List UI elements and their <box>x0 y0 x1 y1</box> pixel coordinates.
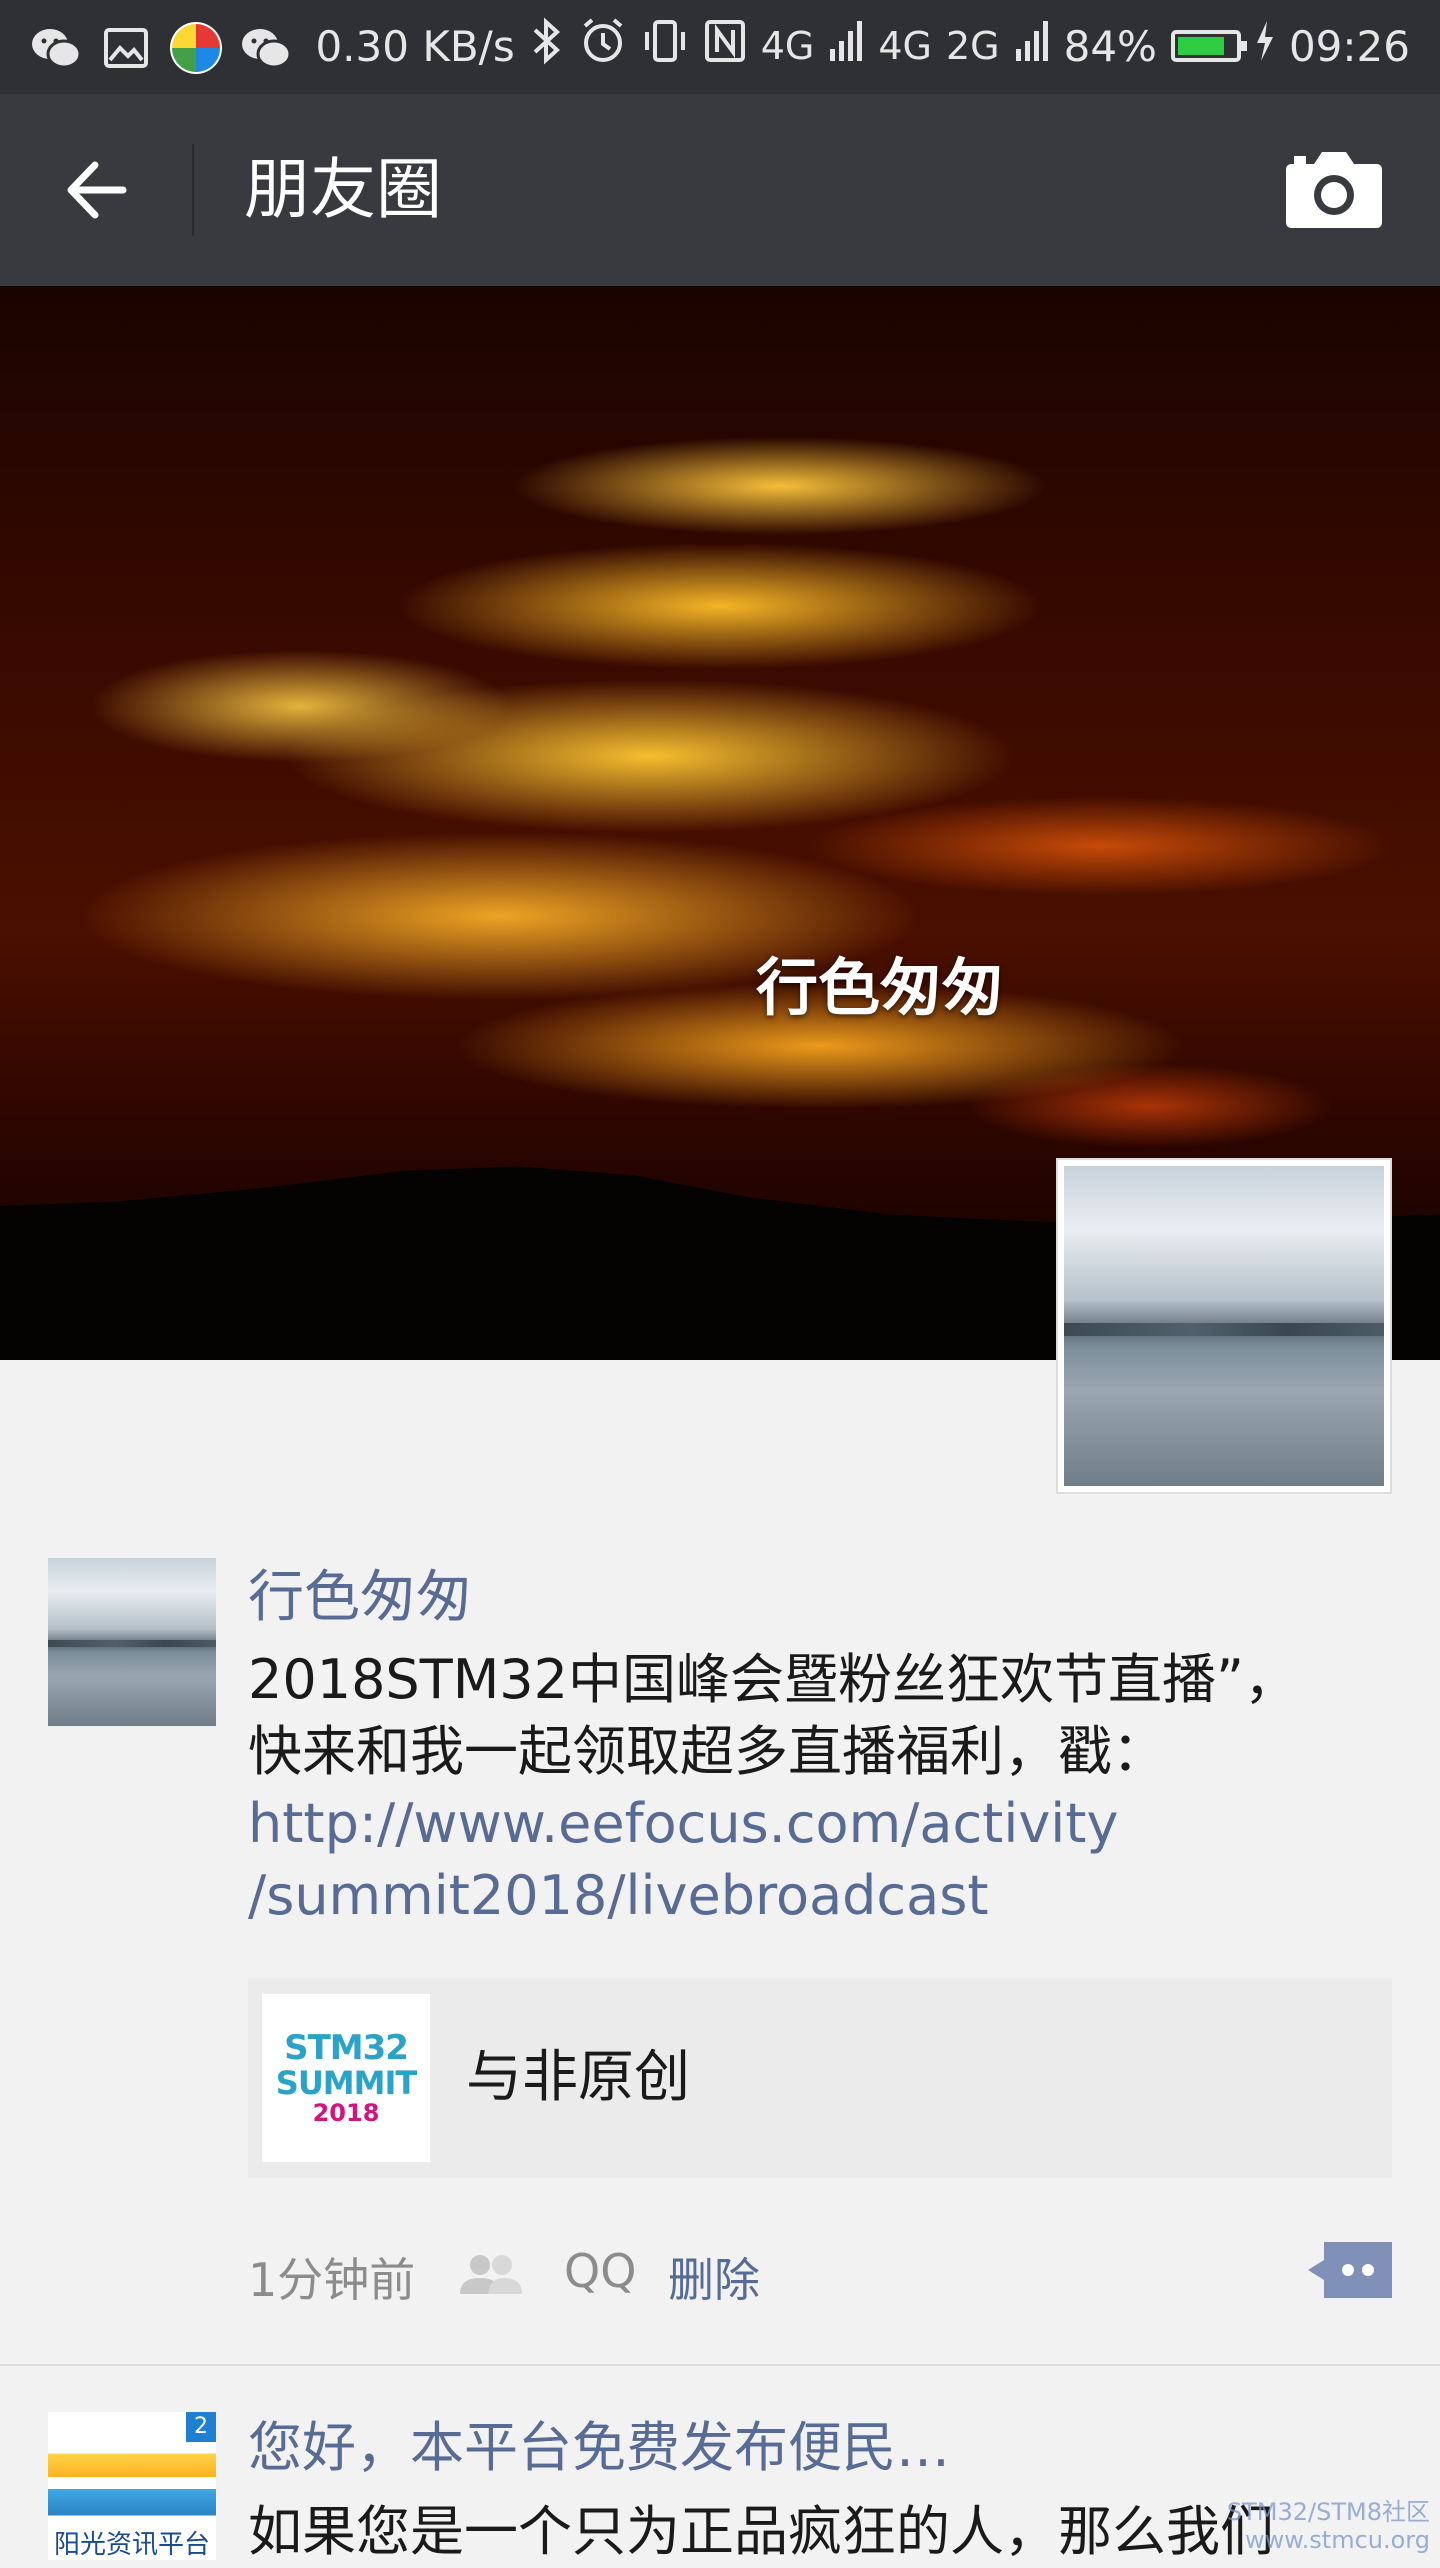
signal-icon <box>1014 19 1050 73</box>
network-type-1: 4G <box>760 24 815 68</box>
pinwheel-app-icon <box>168 20 224 76</box>
post-text-line: 快来和我一起领取超多直播福利，戳： <box>248 1720 1166 1783</box>
network-speed: 0.30 KB/s <box>315 21 515 71</box>
title-bar: 朋友圈 <box>0 94 1440 286</box>
post-text: 如果您是一个只为正品疯狂的人，那么我们 <box>248 2500 1274 2563</box>
thumb-text: SUMMIT <box>275 2064 417 2102</box>
post-time: 1分钟前 <box>248 2253 416 2307</box>
avatar-caption: 阳光资讯平台 <box>54 2530 211 2560</box>
alarm-icon <box>579 16 627 76</box>
share-title: 与非原创 <box>466 2045 690 2110</box>
group-visibility-icon <box>458 2252 524 2296</box>
battery-percent: 84% <box>1063 21 1157 71</box>
post-link[interactable]: http://www.eefocus.com/activity <box>248 1788 1378 1860</box>
page-title: 朋友圈 <box>244 151 442 228</box>
signal-icon <box>828 19 864 73</box>
watermark-line: STM32/STM8社区 <box>1226 2498 1430 2526</box>
charging-icon <box>1255 19 1275 73</box>
wechat-icon <box>28 20 84 76</box>
battery-icon <box>1170 30 1247 62</box>
shared-article-card[interactable]: STM32 SUMMIT 2018 与非原创 <box>248 1978 1392 2178</box>
post-author[interactable]: 行色匆匆 <box>248 1562 472 1634</box>
title-divider <box>192 144 194 236</box>
back-button[interactable] <box>50 144 142 236</box>
avatar-image <box>1064 1166 1384 1486</box>
camera-icon <box>1286 152 1382 228</box>
vibrate-icon <box>641 16 689 76</box>
post-author[interactable]: 您好，本平台免费发布便民… <box>248 2412 950 2484</box>
profile-avatar[interactable] <box>1056 1158 1392 1494</box>
moment-post: 2 阳光资讯平台 您好，本平台免费发布便民… 如果您是一个只为正品疯狂的人，那么… <box>0 2366 1440 2563</box>
post-avatar[interactable] <box>48 1558 216 1726</box>
thumb-text: STM32 <box>284 2028 409 2068</box>
status-bar: 0.30 KB/s 4G 4G 2G 84% 09:26 <box>0 0 1440 94</box>
network-type-3: 2G <box>945 24 1000 68</box>
post-avatar[interactable]: 2 阳光资讯平台 <box>48 2412 216 2560</box>
battery-fill <box>1177 37 1225 55</box>
comment-dots-icon <box>1308 2242 1392 2298</box>
share-thumbnail: STM32 SUMMIT 2018 <box>262 1994 430 2162</box>
watermark: STM32/STM8社区 www.stmcu.org <box>1227 2498 1430 2554</box>
clock: 09:26 <box>1288 21 1410 71</box>
arrow-left-icon <box>67 161 127 219</box>
gallery-icon <box>98 20 154 76</box>
avatar-badge: 2 <box>186 2412 216 2442</box>
avatar-image <box>48 1558 216 1726</box>
delete-button[interactable]: 删除 <box>668 2244 760 2310</box>
network-type-2: 4G <box>878 24 932 68</box>
camera-button[interactable] <box>1284 150 1384 230</box>
bluetooth-icon <box>529 16 565 76</box>
comment-button[interactable] <box>1308 2240 1394 2300</box>
cover-user-name: 行色匆匆 <box>755 951 1004 1024</box>
nfc-icon <box>703 16 747 76</box>
post-link[interactable]: /summit2018/livebroadcast <box>248 1860 1378 1932</box>
system-status: 0.30 KB/s 4G 4G 2G 84% 09:26 <box>315 14 1410 78</box>
wechat-icon <box>238 20 294 76</box>
watermark-line: www.stmcu.org <box>1244 2526 1430 2554</box>
post-meta: 1分钟前 QQ 删除 <box>248 2230 1398 2310</box>
moment-post: 行色匆匆 2018STM32中国峰会暨粉丝狂欢节直播”， 快来和我一起领取超多直… <box>0 1540 1440 2364</box>
visibility-label: QQ <box>564 2244 637 2298</box>
post-text-line: 2018STM32中国峰会暨粉丝狂欢节直播”， <box>248 1648 1298 1711</box>
post-text: 2018STM32中国峰会暨粉丝狂欢节直播”， 快来和我一起领取超多直播福利，戳… <box>248 1644 1378 1932</box>
notification-icons <box>28 18 294 78</box>
thumb-text: 2018 <box>312 2099 380 2127</box>
